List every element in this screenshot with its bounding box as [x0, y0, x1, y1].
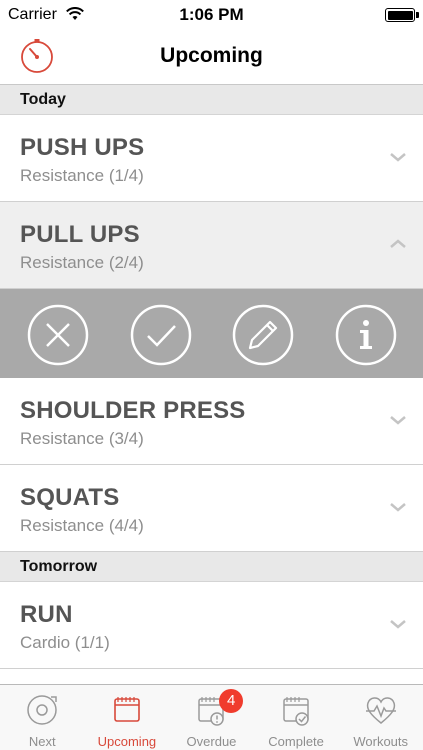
navigation-bar: Upcoming: [0, 30, 423, 85]
row-subtitle: Resistance (1/4): [20, 166, 144, 185]
tab-label: Workouts: [353, 734, 409, 749]
section-header-today: Today: [0, 85, 423, 115]
chevron-down-icon[interactable]: [389, 414, 407, 426]
section-header-tomorrow: Tomorrow: [0, 552, 423, 582]
chevron-down-icon[interactable]: [389, 618, 407, 630]
chevron-down-icon[interactable]: [389, 501, 407, 513]
row-action-bar: [0, 289, 423, 378]
tab-label: Next: [28, 734, 56, 749]
heart-pulse-icon: [365, 697, 396, 724]
edit-button[interactable]: [232, 304, 294, 366]
next-icon: [27, 695, 58, 725]
calendar-icon: [114, 697, 140, 722]
overdue-count-badge: 4: [219, 689, 244, 713]
workout-row-shoulder-press[interactable]: SHOULDER PRESS Resistance (3/4): [0, 378, 423, 465]
status-time: 1:06 PM: [179, 5, 244, 24]
section-header-label: Tomorrow: [20, 558, 98, 575]
status-bar: Carrier 1:06 PM: [0, 0, 423, 30]
tab-complete[interactable]: Complete: [254, 685, 339, 750]
battery-tip: [416, 12, 419, 18]
complete-button[interactable]: [130, 304, 192, 366]
tab-label: Upcoming: [97, 734, 157, 749]
row-title: PUSH UPS: [20, 134, 145, 161]
calendar-check-icon: [283, 697, 309, 726]
workout-row-pull-ups[interactable]: PULL UPS Resistance (2/4): [0, 202, 423, 289]
tab-label: Overdue: [186, 734, 237, 749]
row-title: SHOULDER PRESS: [20, 397, 246, 424]
workout-row-run[interactable]: RUN Cardio (1/1): [0, 582, 423, 669]
row-subtitle: Resistance (4/4): [20, 516, 144, 535]
chevron-up-icon[interactable]: [389, 238, 407, 250]
row-subtitle: Resistance (2/4): [20, 253, 144, 272]
row-title: RUN: [20, 601, 73, 628]
page-title: Upcoming: [160, 44, 263, 67]
chevron-down-icon[interactable]: [389, 151, 407, 163]
tab-next[interactable]: Next: [0, 685, 85, 750]
tab-workouts[interactable]: Workouts: [338, 685, 423, 750]
row-title: PULL UPS: [20, 221, 140, 248]
row-title: SQUATS: [20, 484, 120, 511]
tab-upcoming[interactable]: Upcoming: [85, 685, 170, 750]
tab-overdue[interactable]: 4 Overdue: [169, 685, 254, 750]
info-button[interactable]: [335, 304, 397, 366]
tab-label: Complete: [268, 734, 324, 749]
workout-row-push-ups[interactable]: PUSH UPS Resistance (1/4): [0, 115, 423, 202]
battery-icon: [385, 8, 415, 22]
row-subtitle: Cardio (1/1): [20, 633, 110, 652]
skip-button[interactable]: [27, 304, 89, 366]
row-subtitle: Resistance (3/4): [20, 429, 144, 448]
workout-row-squats[interactable]: SQUATS Resistance (4/4): [0, 465, 423, 552]
section-header-label: Today: [20, 91, 66, 108]
tab-bar: Next Upcoming 4 Overdue Complete Workout…: [0, 684, 423, 750]
